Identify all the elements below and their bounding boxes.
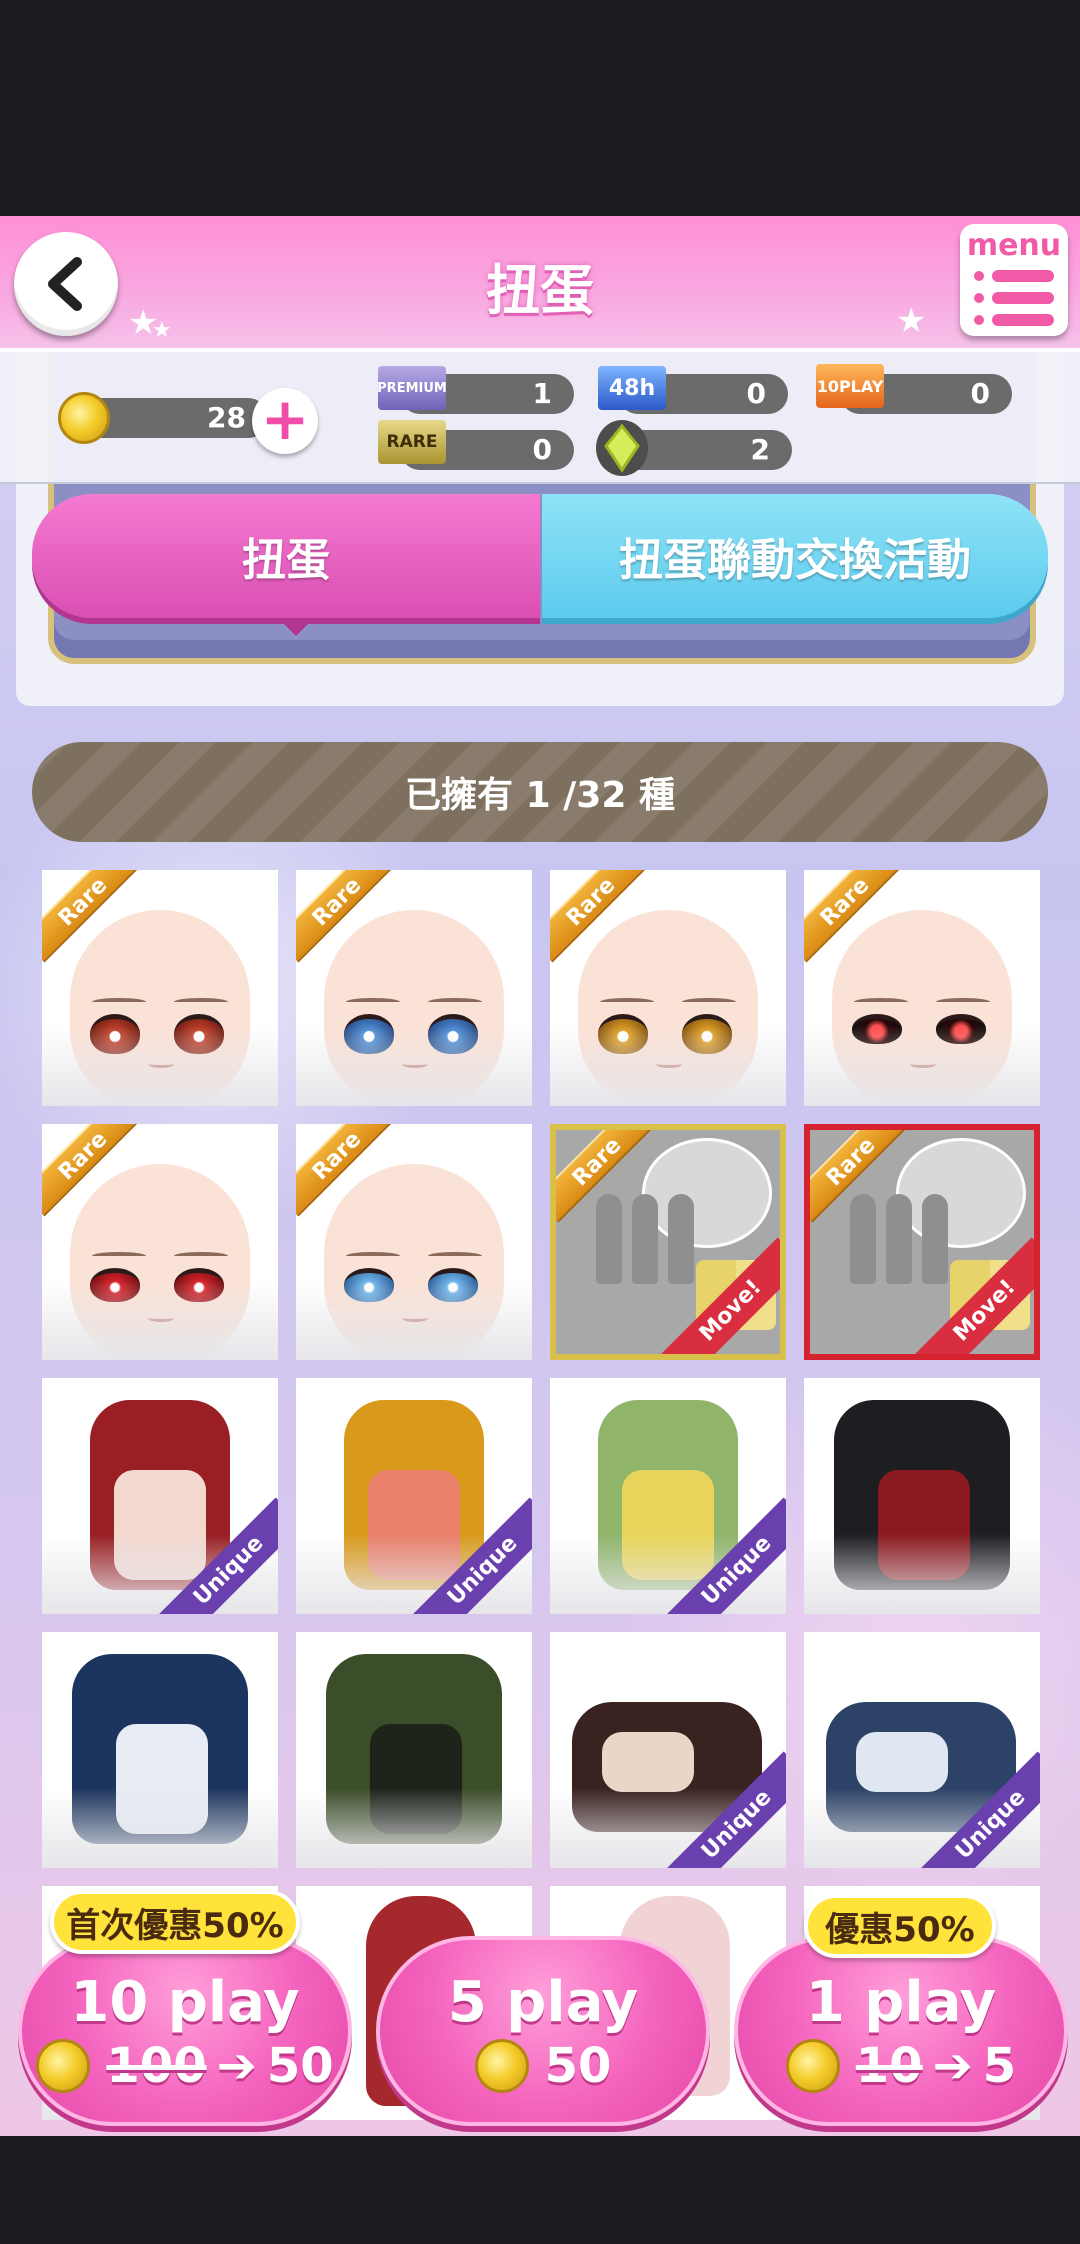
item-eyes-crimson[interactable]: Rare [42, 1124, 278, 1360]
play-10-price: 100 ➔ 50 [22, 2038, 348, 2094]
play-10-button[interactable]: 10 play 100 ➔ 50 [18, 1936, 352, 2126]
speech-bubble-icon [896, 1138, 1026, 1248]
active-tab-pointer [278, 618, 314, 636]
play-10-label: 10 play [70, 1970, 300, 2035]
gem-icon [604, 423, 640, 473]
item-move-pose-red[interactable]: Rare Move! [804, 1124, 1040, 1360]
item-kimono-red[interactable]: Unique [42, 1378, 278, 1614]
gem-icon-frame [596, 420, 648, 476]
play-5-label: 5 play [447, 1970, 639, 2035]
promo-badge-discount: 優惠50% [804, 1894, 996, 1958]
coin-icon [58, 392, 110, 444]
item-eyes-ice-blue[interactable]: Rare [296, 1124, 532, 1360]
price-new: 5 [982, 2038, 1017, 2094]
item-outfit-navy[interactable] [42, 1632, 278, 1868]
item-kimono-gold[interactable]: Unique [296, 1378, 532, 1614]
page-title: 扭蛋 [486, 259, 594, 322]
play-5-price: 50 [380, 2038, 706, 2094]
status-bar-area [0, 0, 1080, 216]
item-eyes-dark-red[interactable]: Rare [804, 870, 1040, 1106]
menu-label: menu [966, 228, 1062, 263]
item-outfit-brown-tray[interactable]: Unique [550, 1632, 786, 1868]
price: 50 [544, 2038, 612, 2094]
price-new: 50 [266, 2038, 334, 2094]
48h-ticket-icon: 48h [598, 366, 666, 410]
rare-ticket-icon: RARE [378, 420, 446, 464]
promo-badge-first: 首次優惠50% [50, 1890, 300, 1954]
premium-ticket-icon: PREMIUM [377, 366, 447, 410]
coin-icon [36, 2039, 91, 2093]
play-1-price: 10 ➔ 5 [738, 2038, 1064, 2094]
play-5-button[interactable]: 5 play 50 [376, 1936, 710, 2126]
menu-button[interactable]: menu [960, 224, 1068, 336]
price-old: 100 [106, 2038, 207, 2094]
item-outfit-blue-tray[interactable]: Unique [804, 1632, 1040, 1868]
item-move-pose-gold[interactable]: Rare Move! [550, 1124, 786, 1360]
play-1-button[interactable]: 1 play 10 ➔ 5 [734, 1936, 1068, 2126]
item-eyes-red[interactable]: Rare [42, 870, 278, 1106]
add-coins-button[interactable]: + [252, 388, 318, 454]
item-eyes-blue[interactable]: Rare [296, 870, 532, 1106]
coin-icon [474, 2039, 529, 2093]
coin-icon [785, 2039, 840, 2093]
speech-bubble-icon [642, 1138, 772, 1248]
arrow-right-icon: ➔ [932, 2038, 973, 2094]
item-outfit-olive[interactable] [296, 1632, 532, 1868]
item-eyes-gold[interactable]: Rare [550, 870, 786, 1106]
navigation-bar-area [0, 2136, 1080, 2244]
10play-ticket-icon: 10PLAY [816, 364, 884, 408]
tab-gacha[interactable]: 扭蛋 [32, 494, 540, 618]
price-old: 10 [855, 2038, 923, 2094]
item-kimono-black-red[interactable] [804, 1378, 1040, 1614]
tab-gacha-collab-event[interactable]: 扭蛋聯動交換活動 [542, 494, 1048, 618]
item-kimono-green[interactable]: Unique [550, 1378, 786, 1614]
arrow-right-icon: ➔ [216, 2038, 257, 2094]
play-1-label: 1 play [805, 1970, 997, 2035]
hamburger-icon [974, 270, 1054, 336]
owned-count-bar: 已擁有 1 /32 種 [32, 742, 1048, 842]
